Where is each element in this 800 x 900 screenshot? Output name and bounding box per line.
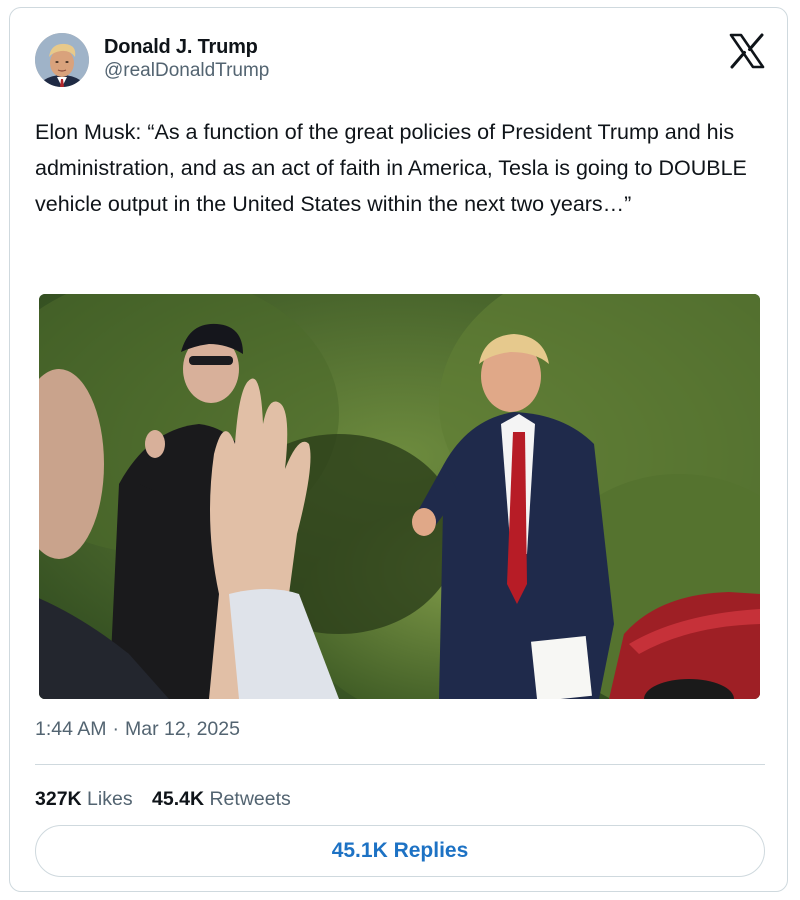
- retweets-stat[interactable]: 45.4K Retweets: [152, 788, 291, 810]
- tweet-timestamp[interactable]: 1:44 AM · Mar 12, 2025: [35, 718, 240, 741]
- author-handle[interactable]: @realDonaldTrump: [104, 60, 269, 82]
- x-logo-icon[interactable]: [728, 32, 766, 70]
- timestamp-separator: ·: [112, 718, 120, 740]
- likes-label: Likes: [87, 788, 133, 810]
- media-photo-icon: [39, 294, 760, 699]
- tweet-text: Elon Musk: “As a function of the great p…: [35, 120, 747, 216]
- replies-button[interactable]: 45.1K Replies: [35, 825, 765, 877]
- avatar-photo-icon: [35, 33, 89, 87]
- tweet-date: Mar 12, 2025: [125, 718, 240, 740]
- likes-count: 327K: [35, 788, 82, 810]
- tweet-time: 1:44 AM: [35, 718, 107, 740]
- retweets-count: 45.4K: [152, 788, 205, 810]
- engagement-stats: 327K Likes 45.4K Retweets: [35, 788, 305, 811]
- author-avatar[interactable]: [35, 33, 89, 87]
- author-name[interactable]: Donald J. Trump: [104, 36, 258, 59]
- divider: [35, 764, 765, 765]
- tweet-card: Donald J. Trump @realDonaldTrump Elon Mu…: [9, 7, 788, 892]
- likes-stat[interactable]: 327K Likes: [35, 788, 133, 810]
- tweet-media[interactable]: [39, 294, 760, 699]
- retweets-label: Retweets: [209, 788, 291, 810]
